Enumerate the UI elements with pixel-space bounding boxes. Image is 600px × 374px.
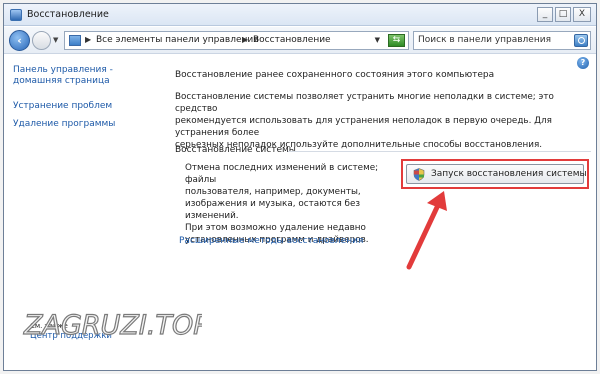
address-bar[interactable]: ▶ Все элементы панели управления ▶ Восст… bbox=[64, 31, 409, 50]
recent-pages-dropdown[interactable]: ▼ bbox=[53, 36, 58, 44]
window: Восстановление _ □ X ‹ ▼ ▶ Все элементы … bbox=[3, 3, 597, 371]
window-controls: _ □ X bbox=[537, 7, 591, 22]
breadcrumb-recovery[interactable]: Восстановление bbox=[253, 35, 331, 45]
sidebar-item-control-panel-home[interactable]: Панель управления - домашняя страница bbox=[13, 65, 113, 87]
maximize-button[interactable]: □ bbox=[555, 7, 571, 22]
description-line: пользователя, например, документы, bbox=[185, 187, 361, 197]
breadcrumb-separator[interactable]: ▶ bbox=[242, 35, 248, 44]
restore-button-highlight: Запуск восстановления системы bbox=[401, 159, 589, 189]
breadcrumb-separator[interactable]: ▶ bbox=[85, 35, 91, 44]
intro-paragraph: Восстановление системы позволяет устрани… bbox=[175, 91, 595, 151]
zagruzi-watermark: ZAGRUZI.TOP bbox=[22, 309, 202, 341]
description-line: Отмена последних изменений в системе; фа… bbox=[185, 163, 379, 185]
system-restore-description: Отмена последних изменений в системе; фа… bbox=[185, 162, 400, 246]
search-icon[interactable] bbox=[574, 34, 588, 47]
search-placeholder: Поиск в панели управления bbox=[418, 35, 551, 45]
sidebar-item-label: домашняя страница bbox=[13, 76, 110, 86]
start-system-restore-button[interactable]: Запуск восстановления системы bbox=[406, 164, 587, 184]
forward-arrow-icon[interactable] bbox=[32, 31, 51, 50]
sidebar-item-label: Панель управления - bbox=[13, 65, 113, 75]
paragraph-line: рекомендуется использовать для устранени… bbox=[175, 116, 552, 138]
restore-button-label: Запуск восстановления системы bbox=[431, 169, 587, 179]
help-icon[interactable]: ? bbox=[577, 57, 589, 69]
title-bar: Восстановление _ □ X bbox=[4, 4, 596, 26]
section-divider bbox=[288, 151, 591, 152]
breadcrumb-all-items[interactable]: Все элементы панели управления bbox=[96, 35, 259, 45]
window-title: Восстановление bbox=[27, 9, 109, 20]
close-button[interactable]: X bbox=[573, 7, 591, 22]
annotation-arrow-icon bbox=[406, 191, 447, 270]
search-input[interactable]: Поиск в панели управления bbox=[413, 31, 591, 50]
description-line: изображения и музыка, остаются без измен… bbox=[185, 199, 361, 221]
address-row: ‹ ▼ ▶ Все элементы панели управления ▶ В… bbox=[4, 27, 596, 54]
sidebar-item-troubleshooting[interactable]: Устранение проблем bbox=[13, 101, 112, 112]
address-dropdown[interactable]: ▼ bbox=[375, 36, 380, 44]
advanced-recovery-methods-link[interactable]: Расширенные методы восстановления bbox=[179, 236, 363, 246]
minimize-button[interactable]: _ bbox=[537, 7, 553, 22]
control-panel-icon bbox=[10, 9, 22, 21]
paragraph-line: Восстановление системы позволяет устрани… bbox=[175, 92, 554, 114]
description-line: При этом возможно удаление недавно bbox=[185, 223, 366, 233]
system-restore-section-title: Восстановление системы bbox=[175, 145, 296, 155]
back-arrow-icon[interactable]: ‹ bbox=[9, 30, 30, 51]
shield-icon bbox=[413, 168, 425, 181]
folder-icon bbox=[69, 35, 81, 46]
watermark-text: ZAGRUZI.TOP bbox=[23, 310, 202, 341]
refresh-icon[interactable]: ⇆ bbox=[388, 34, 405, 47]
page-heading: Восстановление ранее сохраненного состоя… bbox=[175, 70, 495, 80]
sidebar-item-uninstall-program[interactable]: Удаление программы bbox=[13, 119, 115, 130]
